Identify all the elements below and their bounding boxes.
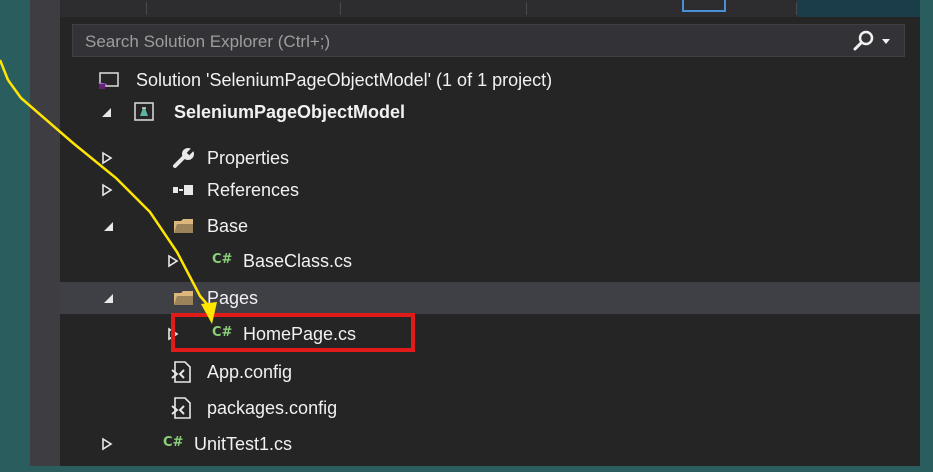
csharp-file-icon: C#	[163, 435, 184, 450]
desktop-background-bottom	[0, 466, 933, 472]
csharp-file-icon: C#	[212, 252, 233, 267]
desktop-background-left	[0, 0, 30, 472]
folder-icon	[174, 219, 193, 233]
collapsed-triangle-icon[interactable]	[100, 142, 118, 174]
tree-item-label: Solution 'SeleniumPageObjectModel' (1 of…	[136, 70, 553, 90]
references-icon	[173, 185, 193, 195]
tree-item-baseclass-cs[interactable]: C# BaseClass.cs	[60, 245, 920, 277]
search-solution-explorer-input[interactable]: Search Solution Explorer (Ctrl+;)	[72, 24, 905, 57]
tree-item-label: SeleniumPageObjectModel	[174, 102, 406, 122]
expanded-triangle-icon[interactable]	[100, 210, 118, 242]
tree-item-label: packages.config	[207, 398, 338, 418]
tree-item-label: Pages	[207, 288, 259, 308]
tree-item-label: App.config	[207, 362, 293, 382]
toolbar-active-indicator[interactable]	[682, 0, 726, 12]
tree-item-label: Base	[207, 216, 249, 236]
desktop-background-right	[920, 0, 933, 472]
tree-item-label: BaseClass.cs	[243, 251, 353, 271]
tree-item-project[interactable]: SeleniumPageObjectModel	[60, 96, 920, 128]
tree-item-references[interactable]: References	[60, 174, 920, 206]
tree-item-pages-folder[interactable]: Pages	[60, 282, 920, 314]
folder-icon	[174, 291, 193, 305]
solution-tree: Solution 'SeleniumPageObjectModel' (1 of…	[60, 64, 920, 464]
homepage-highlight-box	[171, 313, 415, 352]
toolbar-strip	[60, 0, 920, 17]
toolbar-corner	[797, 0, 920, 17]
tree-item-app-config[interactable]: App.config	[60, 356, 920, 388]
tree-item-solution[interactable]: Solution 'SeleniumPageObjectModel' (1 of…	[60, 64, 920, 96]
solution-icon	[98, 72, 119, 89]
search-options-chevron-down-icon[interactable]	[882, 39, 890, 44]
wrench-icon	[173, 146, 196, 168]
config-file-icon	[171, 361, 191, 383]
test-project-icon	[134, 102, 154, 121]
expanded-triangle-icon[interactable]	[100, 282, 118, 314]
search-placeholder: Search Solution Explorer (Ctrl+;)	[85, 32, 331, 51]
tree-item-base-folder[interactable]: Base	[60, 210, 920, 242]
tree-item-properties[interactable]: Properties	[60, 142, 920, 174]
tree-item-label: References	[207, 180, 300, 200]
collapsed-triangle-icon[interactable]	[100, 428, 118, 460]
collapsed-triangle-icon[interactable]	[100, 174, 118, 206]
tree-item-unittest1-cs[interactable]: C# UnitTest1.cs	[60, 428, 920, 460]
config-file-icon	[171, 397, 191, 419]
expanded-triangle-icon[interactable]	[98, 96, 116, 128]
tree-item-label: UnitTest1.cs	[194, 434, 293, 454]
tree-item-packages-config[interactable]: packages.config	[60, 392, 920, 424]
vertical-scrollbar[interactable]	[30, 0, 86, 472]
toolbar-divider	[146, 2, 147, 15]
search-icon[interactable]	[852, 29, 876, 53]
collapsed-triangle-icon[interactable]	[166, 245, 184, 277]
toolbar-divider	[526, 2, 527, 15]
toolbar-divider	[340, 2, 341, 15]
tree-item-label: Properties	[207, 148, 290, 168]
